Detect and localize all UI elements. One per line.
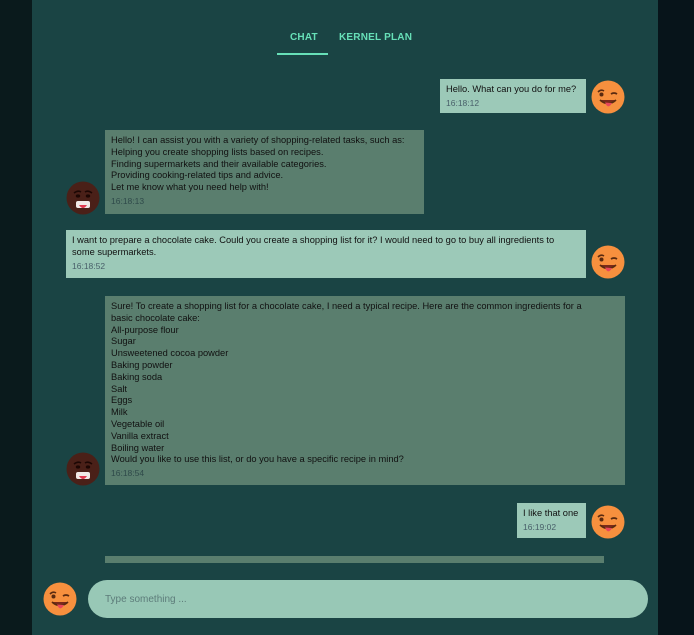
message-text: Sure! To create a shopping list for a ch… bbox=[111, 301, 582, 465]
tab-kernel-plan[interactable]: KERNEL PLAN bbox=[339, 32, 412, 43]
message-time: 16:18:52 bbox=[72, 260, 106, 271]
left-margin bbox=[0, 0, 32, 635]
message-text: I want to prepare a chocolate cake. Coul… bbox=[72, 235, 555, 257]
bot-message: Hello! I can assist you with a variety o… bbox=[105, 130, 424, 214]
active-tab-indicator bbox=[277, 53, 328, 55]
user-message: I like that one 16:19:02 bbox=[517, 503, 586, 538]
user-message: I want to prepare a chocolate cake. Coul… bbox=[66, 230, 586, 278]
message-time: 16:19:02 bbox=[523, 521, 557, 532]
message-time: 16:18:12 bbox=[446, 97, 480, 108]
dark-face-tongue-icon bbox=[66, 181, 100, 215]
message-text: Hello! I can assist you with a variety o… bbox=[111, 135, 405, 193]
winking-face-with-tongue-icon bbox=[591, 505, 625, 539]
message-list[interactable]: Hello. What can you do for me? 16:18:12 … bbox=[32, 0, 658, 563]
user-message: Hello. What can you do for me? 16:18:12 bbox=[440, 79, 586, 113]
bot-message: Sure! To create a shopping list for a ch… bbox=[105, 296, 625, 485]
message-input[interactable] bbox=[88, 580, 648, 618]
tab-bar: CHAT KERNEL PLAN bbox=[32, 32, 658, 56]
tab-chat[interactable]: CHAT bbox=[290, 32, 318, 43]
message-text: Hello. What can you do for me? bbox=[446, 84, 577, 94]
winking-face-with-tongue-icon bbox=[43, 582, 77, 616]
winking-face-with-tongue-icon bbox=[591, 245, 625, 279]
chat-panel: Hello. What can you do for me? 16:18:12 … bbox=[32, 0, 658, 635]
right-margin bbox=[658, 0, 694, 635]
input-area bbox=[32, 576, 658, 624]
message-time: 16:18:13 bbox=[111, 195, 145, 206]
winking-face-with-tongue-icon bbox=[591, 80, 625, 114]
dark-face-tongue-icon bbox=[66, 452, 100, 486]
message-time: 16:18:54 bbox=[111, 468, 145, 479]
bot-message-partial bbox=[105, 556, 604, 563]
message-text: I like that one bbox=[523, 508, 579, 518]
